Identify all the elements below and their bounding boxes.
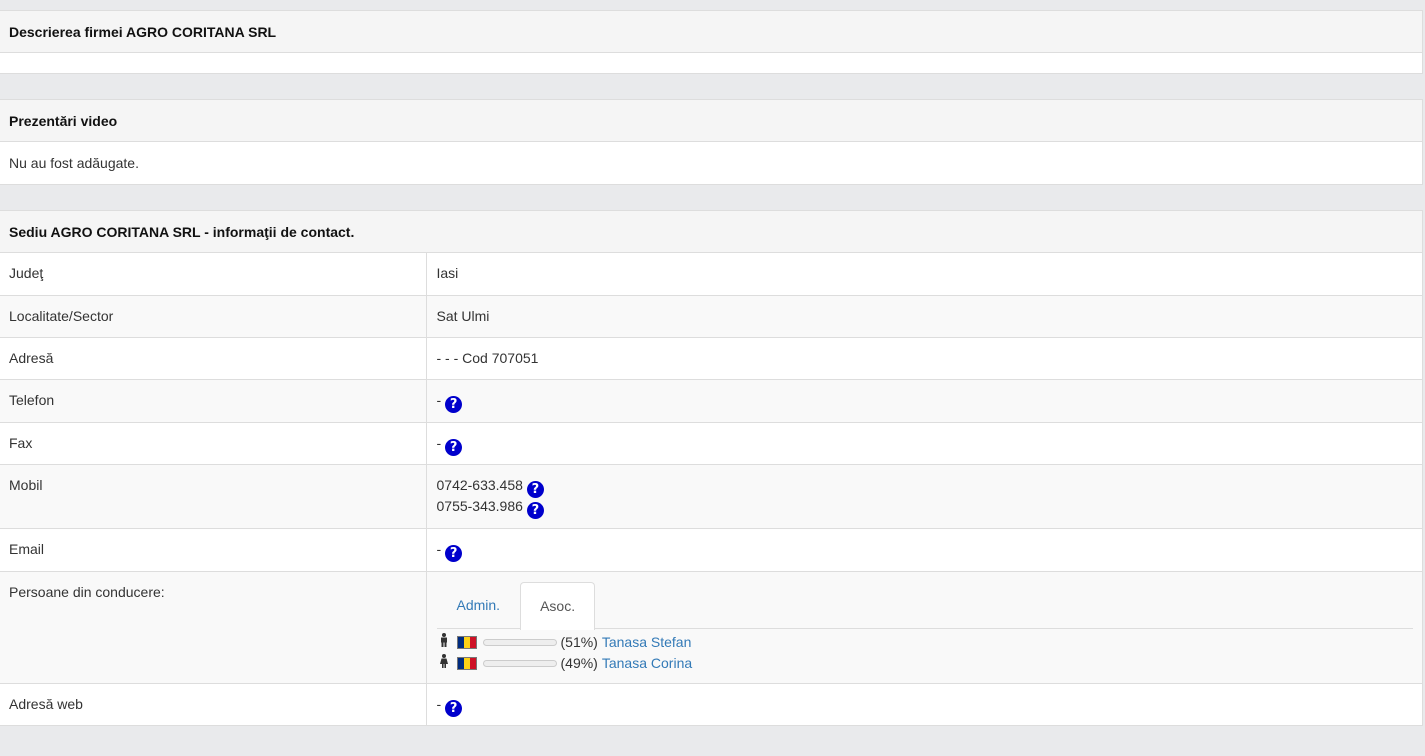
list-item: (51%) Tanasa Stefan [437,632,1414,653]
label-judet: Judeţ [0,253,427,295]
persons-tabs: Admin. Asoc. [436,581,1413,630]
description-panel-title: Descrierea firmei AGRO CORITANA SRL [0,11,1422,53]
share-bar [482,638,557,646]
label-telefon: Telefon [0,378,427,422]
row-conducere: Persoane din conducere: Admin. Asoc. (51… [0,570,1422,683]
row-adresa: Adresă - - - Cod 707051 [0,336,1422,379]
question-circle-icon[interactable]: ? [445,438,463,456]
share-text: (51%) [560,633,598,650]
row-localitate: Localitate/Sector Sat Ulmi [0,294,1422,337]
romania-flag-icon [456,656,477,670]
row-mobil: Mobil 0742-633.458? 0755-343.986? [0,463,1422,528]
tab-asoc[interactable]: Asoc. [520,581,596,630]
description-panel: Descrierea firmei AGRO CORITANA SRL [0,10,1423,74]
female-person-icon [437,654,451,672]
video-panel: Prezentări video Nu au fost adăugate. [0,99,1423,185]
question-circle-icon[interactable]: ? [445,395,463,413]
value-web: - [436,695,442,712]
label-mobil: Mobil [0,463,427,528]
contact-table: Judeţ Iasi Localitate/Sector Sat Ulmi Ad… [0,253,1422,725]
male-person-icon [437,633,451,651]
value-localitate: Sat Ulmi [426,294,1422,337]
row-web: Adresă web -? [0,682,1422,725]
contact-panel-title: Sediu AGRO CORITANA SRL - informaţii de … [0,211,1422,253]
row-judet: Judeţ Iasi [0,253,1422,295]
label-email: Email [0,527,427,571]
value-telefon: - [436,391,442,408]
mobil-number-2: 0755-343.986 [436,497,523,514]
page: Descrierea firmei AGRO CORITANA SRL Prez… [0,0,1425,756]
person-link[interactable]: Tanasa Corina [602,655,692,672]
value-fax: - [436,434,442,451]
value-email-cell: -? [426,527,1422,571]
value-judet: Iasi [436,265,459,281]
label-adresa: Adresă [0,336,427,379]
row-email: Email -? [0,527,1422,571]
value-fax-cell: -? [426,421,1422,464]
romania-flag-icon [456,635,477,649]
label-localitate: Localitate/Sector [0,294,427,337]
share-text: (49%) [560,654,598,671]
mobil-number-1: 0742-633.458 [436,476,523,493]
label-fax: Fax [0,421,427,464]
question-circle-icon[interactable]: ? [526,501,544,519]
row-telefon: Telefon -? [0,378,1422,422]
person-link[interactable]: Tanasa Stefan [602,634,692,651]
mobil-line-2: 0755-343.986? [437,498,1414,519]
label-conducere: Persoane din conducere: [0,570,427,683]
question-circle-icon[interactable]: ? [526,480,544,498]
value-email: - [436,540,442,557]
video-panel-body: Nu au fost adăugate. [9,155,139,171]
video-panel-title: Prezentări video [0,100,1422,142]
tab-admin[interactable]: Admin. [437,582,521,629]
question-circle-icon[interactable]: ? [445,544,463,562]
value-mobil-cell: 0742-633.458? 0755-343.986? [426,463,1422,528]
persons-list: (51%) Tanasa Stefan (49%) Tanasa Corina [437,629,1414,674]
description-panel-body [0,53,1422,73]
share-bar [482,659,557,667]
value-conducere-cell: Admin. Asoc. (51%) Tanasa Stefan (49%) T… [426,570,1422,683]
label-web: Adresă web [0,682,427,725]
question-circle-icon[interactable]: ? [445,699,463,717]
list-item: (49%) Tanasa Corina [437,653,1414,674]
value-web-cell: -? [426,682,1422,725]
contact-panel: Sediu AGRO CORITANA SRL - informaţii de … [0,210,1423,726]
row-fax: Fax -? [0,421,1422,464]
value-adresa: - - - Cod 707051 [426,336,1422,379]
mobil-line-1: 0742-633.458? [437,477,1414,498]
value-telefon-cell: -? [426,378,1422,422]
